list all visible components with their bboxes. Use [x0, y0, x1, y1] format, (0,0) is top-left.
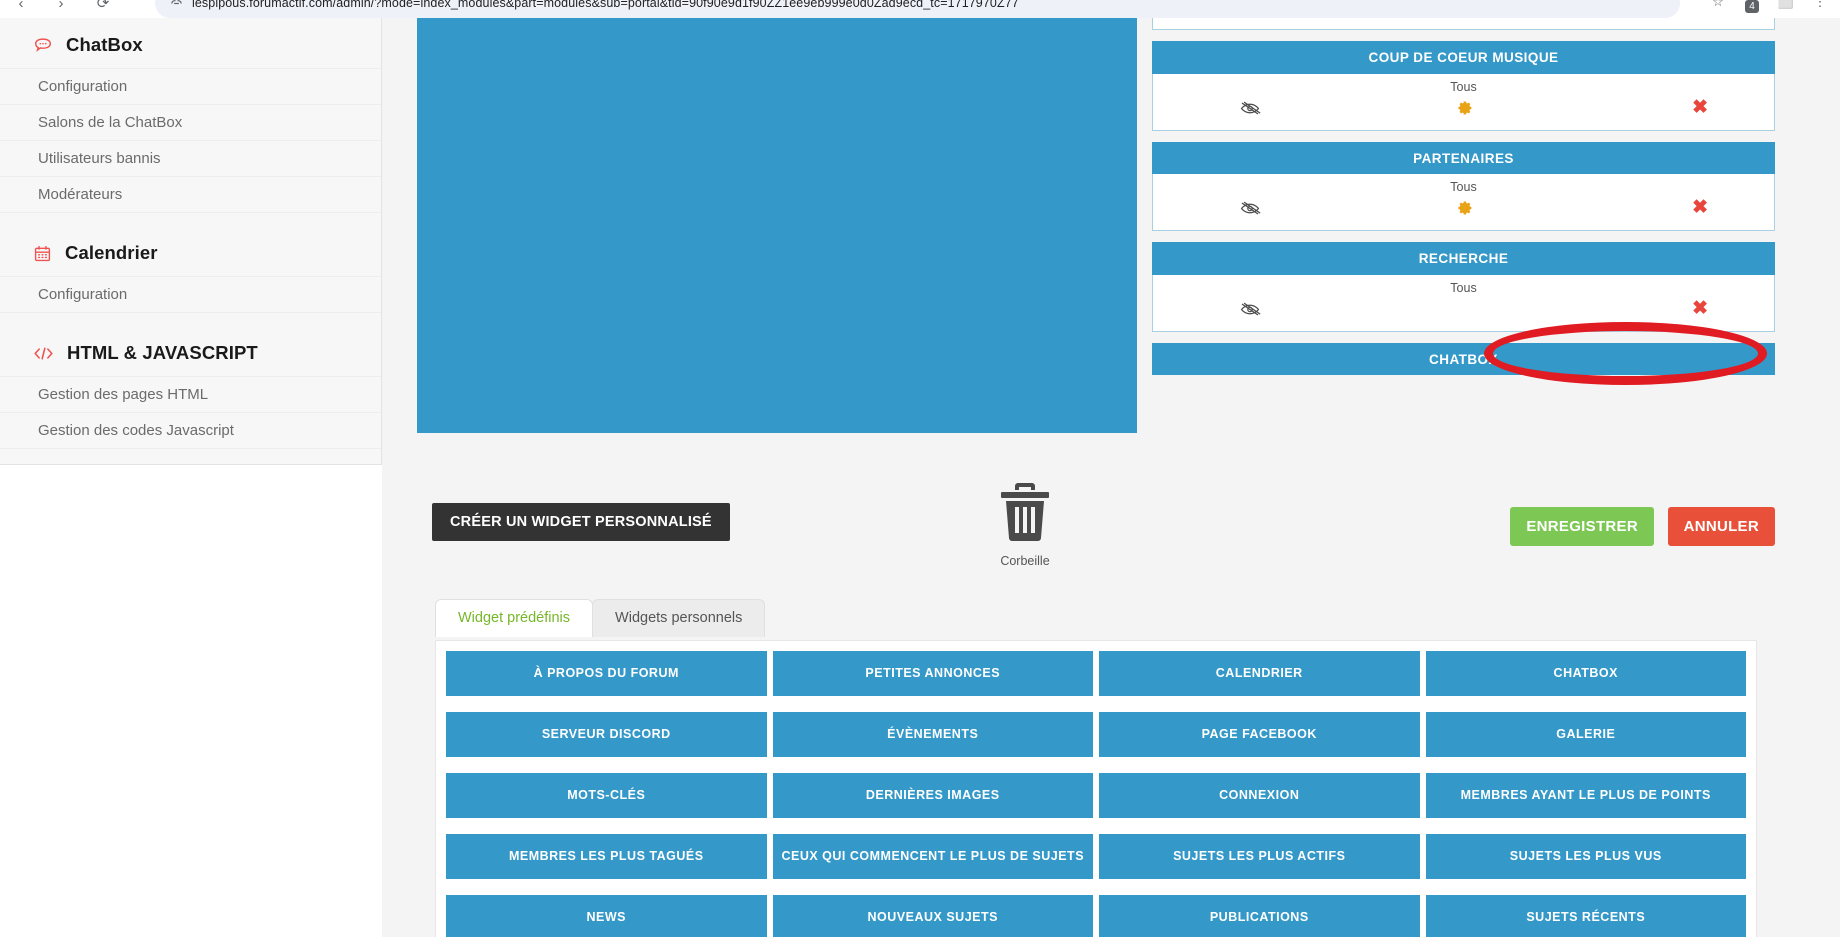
main-content: ✖ COUP DE COEUR MUSIQUE Tous	[382, 18, 1840, 937]
portal-builder: ✖ COUP DE COEUR MUSIQUE Tous	[417, 18, 1775, 438]
sidebar-group-title: Calendrier	[65, 242, 158, 263]
widget-grid-row: NEWS NOUVEAUX SUJETS PUBLICATIONS SUJETS…	[446, 895, 1746, 937]
browser-menu-icon[interactable]: ⋮	[1810, 0, 1830, 12]
sidebar-group-calendrier: Calendrier	[0, 226, 381, 276]
widget-tile-publications[interactable]: PUBLICATIONS	[1099, 895, 1420, 937]
tab-widgets-personnels[interactable]: Widgets personnels	[592, 599, 766, 637]
widget-tile-petites-annonces[interactable]: PETITES ANNONCES	[772, 651, 1093, 696]
sidebar-item-moderateurs[interactable]: Modérateurs	[0, 176, 381, 212]
portal-preview-canvas[interactable]	[417, 18, 1137, 433]
widget-tile-serveur-discord[interactable]: SERVEUR DISCORD	[446, 712, 767, 757]
widget-tile-membres-plus-points[interactable]: MEMBRES AYANT LE PLUS DE POINTS	[1425, 773, 1746, 818]
save-button[interactable]: ENREGISTRER	[1510, 507, 1654, 546]
widget-tile-news[interactable]: NEWS	[446, 895, 767, 937]
widget-tile-nouveaux-sujets[interactable]: NOUVEAUX SUJETS	[772, 895, 1093, 937]
code-icon	[33, 344, 54, 363]
chat-bubble-icon	[33, 35, 53, 55]
gear-icon[interactable]	[1153, 99, 1774, 122]
widget-tile-dernieres-images[interactable]: DERNIÈRES IMAGES	[772, 773, 1093, 818]
widget-tile-commencent-plus-sujets[interactable]: CEUX QUI COMMENCENT LE PLUS DE SUJETS	[772, 834, 1093, 879]
sidebar-item-gestion-codes-javascript[interactable]: Gestion des codes Javascript	[0, 412, 381, 448]
widget-tile-connexion[interactable]: CONNEXION	[1099, 773, 1420, 818]
reload-button[interactable]: ⟳	[90, 0, 116, 16]
placed-widget-controls: Tous ✖	[1152, 73, 1775, 131]
forward-button[interactable]: ›	[48, 0, 74, 16]
sidebar-item-calendrier-configuration[interactable]: Configuration	[0, 276, 381, 312]
sidebar-group-html-javascript: HTML & JAVASCRIPT	[0, 326, 381, 376]
placed-widget[interactable]: COUP DE COEUR MUSIQUE Tous ✖	[1152, 41, 1775, 131]
widget-tile-page-facebook[interactable]: PAGE FACEBOOK	[1099, 712, 1420, 757]
widget-grid-row: À PROPOS DU FORUM PETITES ANNONCES CALEN…	[446, 651, 1746, 696]
widget-tile-a-propos-du-forum[interactable]: À PROPOS DU FORUM	[446, 651, 767, 696]
widget-scope-label: Tous	[1450, 280, 1477, 295]
widget-grid-row: MOTS-CLÉS DERNIÈRES IMAGES CONNEXION MEM…	[446, 773, 1746, 818]
widget-tile-mots-cles[interactable]: MOTS-CLÉS	[446, 773, 767, 818]
calendar-icon	[33, 244, 52, 263]
widget-tile-sujets-plus-vus[interactable]: SUJETS LES PLUS VUS	[1425, 834, 1746, 879]
widget-tile-sujets-recents[interactable]: SUJETS RÉCENTS	[1425, 895, 1746, 937]
portal-builder-card: ✖ COUP DE COEUR MUSIQUE Tous	[417, 18, 1775, 937]
placed-widget-title[interactable]: RECHERCHE	[1152, 242, 1775, 275]
sidebar-item-chatbox-configuration[interactable]: Configuration	[0, 68, 381, 104]
trash-icon[interactable]	[997, 483, 1053, 547]
browser-actions: ☆ 4 ⬜ ⋮	[1708, 0, 1830, 16]
sidebar-divider	[0, 212, 381, 226]
widget-tile-membres-plus-tagues[interactable]: MEMBRES LES PLUS TAGUÉS	[446, 834, 767, 879]
trash-label: Corbeille	[1000, 554, 1050, 568]
gear-icon[interactable]	[1153, 199, 1774, 222]
eye-slash-icon[interactable]	[1239, 301, 1261, 323]
trash-dropzone[interactable]: Corbeille	[960, 481, 1090, 568]
widget-tile-evenements[interactable]: ÉVÈNEMENTS	[772, 712, 1093, 757]
placed-widget-chatbox[interactable]: CHATBOX	[1152, 342, 1775, 375]
sidebar-divider	[0, 312, 381, 326]
sidebar-group-title: ChatBox	[66, 34, 143, 55]
close-x-icon[interactable]: ✖	[1692, 98, 1708, 117]
window-icon[interactable]: ⬜	[1776, 0, 1796, 12]
site-info-icon[interactable]	[169, 0, 184, 11]
sidebar-group-title: HTML & JAVASCRIPT	[67, 342, 258, 363]
browser-toolbar: ‹ › ⟳ lespipous.forumactif.com/admin/?mo…	[0, 0, 1840, 18]
placed-widget-title[interactable]: COUP DE COEUR MUSIQUE	[1152, 41, 1775, 74]
sidebar-item-utilisateurs-bannis[interactable]: Utilisateurs bannis	[0, 140, 381, 176]
address-bar[interactable]: lespipous.forumactif.com/admin/?mode=ind…	[155, 0, 1680, 18]
placed-widgets-column: ✖ COUP DE COEUR MUSIQUE Tous	[1152, 18, 1775, 386]
placed-widget-controls: Tous ✖	[1152, 174, 1775, 231]
sidebar-item-salons-chatbox[interactable]: Salons de la ChatBox	[0, 104, 381, 140]
admin-sidebar: ChatBox Configuration Salons de la ChatB…	[0, 18, 382, 465]
close-x-icon[interactable]: ✖	[1692, 198, 1708, 217]
widget-tile-sujets-plus-actifs[interactable]: SUJETS LES PLUS ACTIFS	[1099, 834, 1420, 879]
extension-badge[interactable]: 4	[1742, 0, 1762, 13]
sidebar-item-gestion-pages-html[interactable]: Gestion des pages HTML	[0, 376, 381, 412]
widget-grid-row: SERVEUR DISCORD ÉVÈNEMENTS PAGE FACEBOOK…	[446, 712, 1746, 757]
widget-tile-galerie[interactable]: GALERIE	[1425, 712, 1746, 757]
bookmark-icon[interactable]: ☆	[1708, 0, 1728, 12]
tab-widget-predefinis[interactable]: Widget prédéfinis	[435, 599, 594, 637]
placed-widget-title[interactable]: CHATBOX	[1152, 342, 1775, 375]
placed-widget[interactable]: RECHERCHE Tous ✖	[1152, 242, 1775, 332]
widget-tile-chatbox[interactable]: CHATBOX	[1425, 651, 1746, 696]
placed-widget-controls: Tous ✖	[1152, 274, 1775, 332]
widget-library-tabs: Widget prédéfinis Widgets personnels	[435, 599, 766, 637]
sidebar-group-chatbox: ChatBox	[0, 18, 381, 68]
placed-widget-partial[interactable]: ✖	[1152, 18, 1775, 30]
gear-icon[interactable]	[1153, 18, 1774, 21]
widget-scope-label: Tous	[1450, 180, 1477, 194]
widget-grid-row: MEMBRES LES PLUS TAGUÉS CEUX QUI COMMENC…	[446, 834, 1746, 879]
widget-library-grid: À PROPOS DU FORUM PETITES ANNONCES CALEN…	[435, 640, 1757, 937]
url-text: lespipous.forumactif.com/admin/?mode=ind…	[192, 0, 1019, 10]
placed-widget[interactable]: PARTENAIRES Tous ✖	[1152, 141, 1775, 231]
builder-actions: CRÉER UN WIDGET PERSONNALISÉ Corbeille E…	[417, 436, 1775, 568]
sidebar-footer-divider	[0, 448, 381, 478]
back-button[interactable]: ‹	[8, 0, 34, 16]
create-custom-widget-button[interactable]: CRÉER UN WIDGET PERSONNALISÉ	[432, 503, 730, 541]
widget-tile-calendrier[interactable]: CALENDRIER	[1099, 651, 1420, 696]
placed-widget-title[interactable]: PARTENAIRES	[1152, 141, 1775, 174]
close-x-icon[interactable]: ✖	[1692, 299, 1708, 318]
cancel-button[interactable]: ANNULER	[1667, 507, 1775, 546]
widget-scope-label: Tous	[1450, 79, 1477, 94]
